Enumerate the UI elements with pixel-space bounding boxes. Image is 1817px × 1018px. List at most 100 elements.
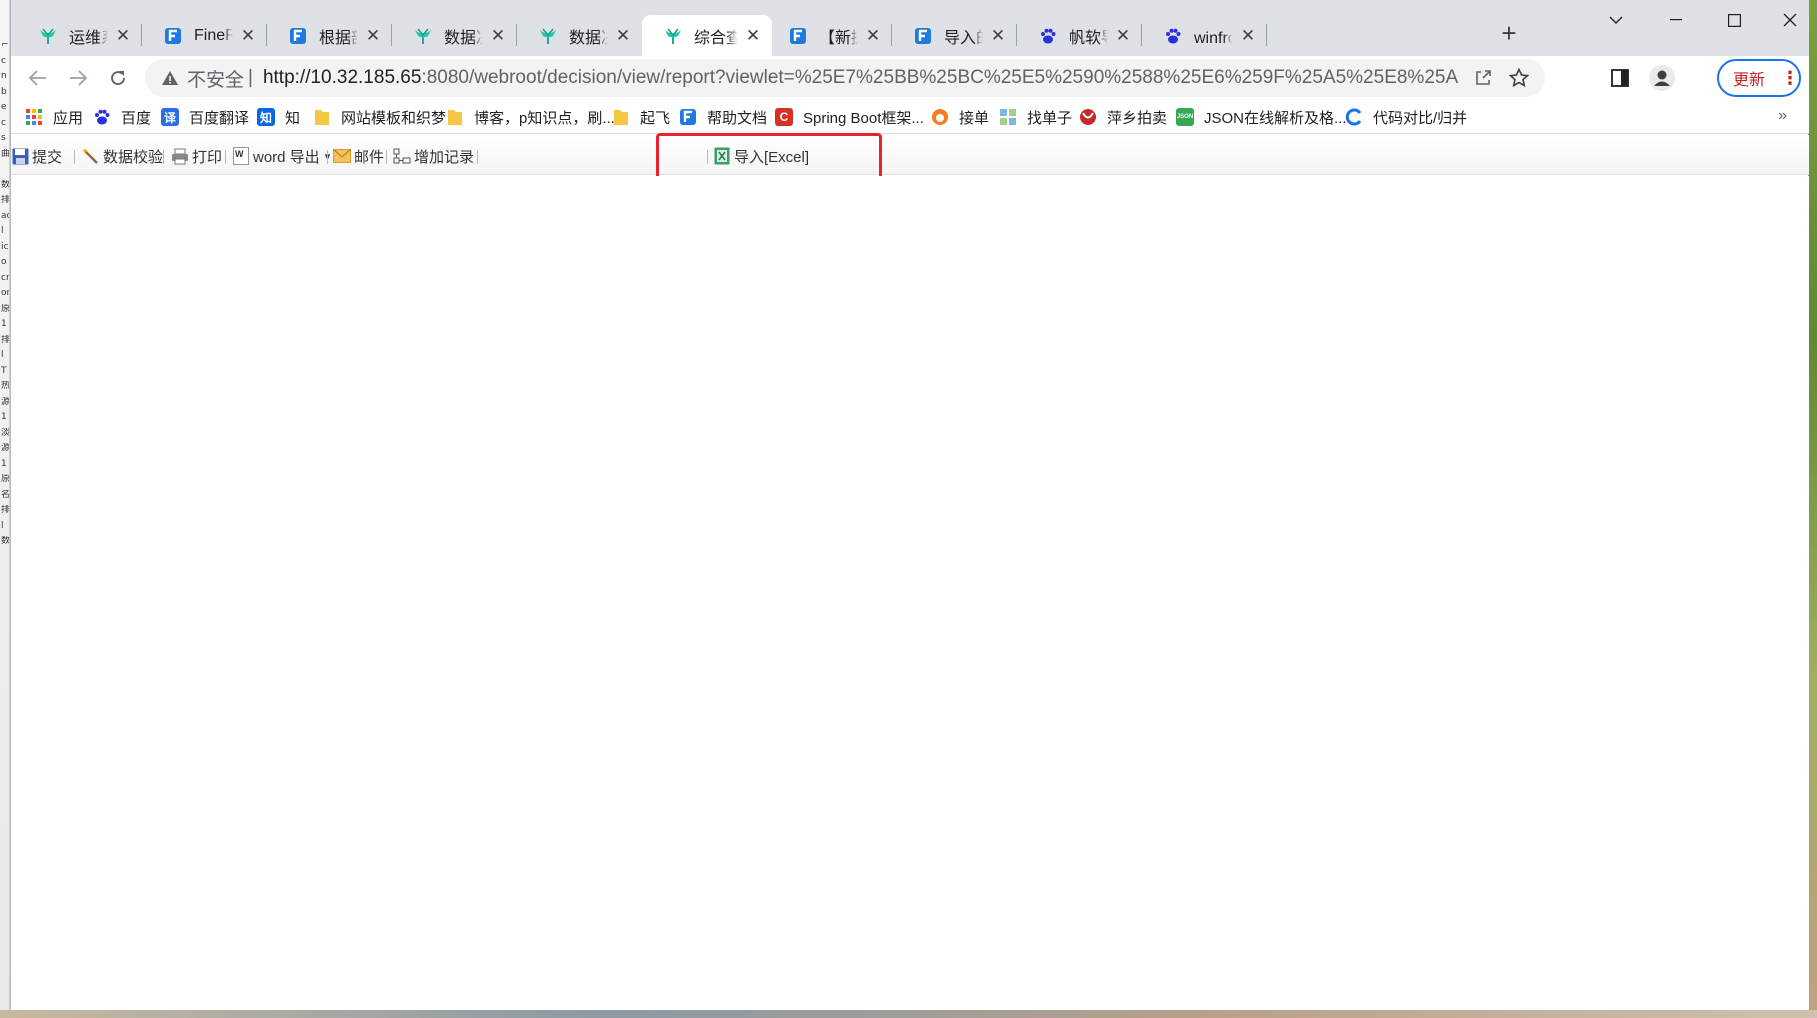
url-text[interactable]: http://10.32.185.65:8080/webroot/decisio… <box>263 67 1459 89</box>
browser-tab[interactable]: 帆软导入E ✕ <box>1017 15 1142 56</box>
close-tab-icon[interactable]: ✕ <box>864 26 882 45</box>
browser-tab[interactable]: 导入的exce ✕ <box>892 15 1017 56</box>
background-glyph: o <box>1 257 7 267</box>
close-tab-icon[interactable]: ✕ <box>614 26 632 45</box>
close-tab-icon[interactable]: ✕ <box>114 26 132 45</box>
background-glyph: e <box>1 102 7 112</box>
zhihu-icon: 知 <box>257 108 275 126</box>
background-glyph: ⌐ <box>1 40 9 50</box>
arrow-left-icon <box>29 70 46 86</box>
bookmark-item[interactable]: 应用 <box>25 105 83 129</box>
tab-title: 数据决策系 <box>569 29 608 47</box>
browser-tab[interactable]: 运维系统招 ✕ <box>17 15 142 56</box>
finereport-icon <box>289 27 307 45</box>
bookmark-item[interactable]: 找单子 <box>999 105 1072 129</box>
background-window-strip: ⌐cnbecs曲​数排aclicocror原1排lT热源1淡源1原名排l数 <box>0 0 10 1018</box>
side-panel-icon <box>1611 69 1629 87</box>
word-export-button[interactable]: W word 导出 ▾ <box>232 146 330 166</box>
side-panel-button[interactable] <box>1605 63 1635 93</box>
add-record-button[interactable]: 增加记录 <box>393 146 474 166</box>
background-glyph: s <box>1 133 6 143</box>
translate-icon: 译 <box>161 108 179 126</box>
browser-tab[interactable]: 数据决策系 ✕ <box>392 15 517 56</box>
toolbar-divider <box>74 150 75 164</box>
close-tab-icon[interactable]: ✕ <box>239 26 257 45</box>
browser-tab[interactable]: winfrom导 ✕ <box>1142 15 1267 56</box>
word-doc-icon: W <box>232 147 250 165</box>
chevron-down-icon <box>1609 16 1623 24</box>
security-status-label[interactable]: 不安全 <box>187 65 244 92</box>
desktop-wallpaper-bottom <box>0 1010 1817 1018</box>
forward-button[interactable] <box>63 63 93 93</box>
tab-title: 帆软导入E <box>1069 29 1108 47</box>
close-tab-icon[interactable]: ✕ <box>489 26 507 45</box>
bookmark-star-button[interactable] <box>1507 68 1531 88</box>
tab-title: 数据决策系 <box>444 29 483 47</box>
bookmark-item[interactable]: 译百度翻译 <box>161 105 249 129</box>
bookmarks-overflow-button[interactable]: » <box>1778 107 1787 125</box>
profile-button[interactable] <box>1647 63 1677 93</box>
background-glyph: 排 <box>1 334 9 345</box>
browser-tab[interactable]: 根据部门自 ✕ <box>267 15 392 56</box>
background-glyph: cr <box>1 272 9 283</box>
background-glyph: 名 <box>1 489 9 500</box>
toolbar-divider <box>386 150 387 164</box>
background-glyph: c <box>1 55 6 66</box>
validate-label: 数据校验 <box>103 148 164 166</box>
browser-tab[interactable]: 综合查询工 ✕ <box>642 15 772 56</box>
submit-button[interactable]: 提交 <box>11 146 62 166</box>
close-tab-icon[interactable]: ✕ <box>1239 26 1257 45</box>
minimize-button[interactable] <box>1653 4 1699 36</box>
close-tab-icon[interactable]: ✕ <box>989 26 1007 45</box>
bookmark-item[interactable]: 帮助文档 <box>679 105 767 129</box>
browser-tab[interactable]: FineReport ✕ <box>142 15 267 56</box>
background-glyph: c <box>1 117 6 128</box>
new-tab-button[interactable]: + <box>1494 18 1524 48</box>
bookmark-label: 起飞 <box>640 109 671 127</box>
bookmark-item[interactable]: 代码对比/归并 <box>1345 105 1467 129</box>
bookmark-label: 帮助文档 <box>707 109 768 127</box>
report-toolbar: 提交 数据校验 打印 W word 导出 ▾ 邮件 增加记录 <box>11 135 1809 175</box>
bookmark-item[interactable]: C Spring Boot框架... <box>775 105 924 129</box>
close-window-button[interactable] <box>1767 4 1813 36</box>
maximize-button[interactable] <box>1711 4 1757 36</box>
grid-tile-icon <box>999 108 1017 126</box>
bookmark-item[interactable]: 接单 <box>931 105 989 129</box>
bookmark-item[interactable]: 起飞 <box>612 105 670 129</box>
menu-dots-icon: ⋮ <box>1781 67 1799 88</box>
add-row-icon <box>393 147 411 165</box>
bookmark-item[interactable]: JSON JSON在线解析及格... <box>1176 105 1347 129</box>
bookmark-item[interactable]: 知知 <box>257 105 300 129</box>
update-button[interactable]: 更新 ⋮ <box>1717 59 1801 97</box>
bookmark-item[interactable]: 博客，p知识点，刷... <box>446 105 615 129</box>
mail-button[interactable]: 邮件 <box>333 146 384 166</box>
background-glyph: 1 <box>1 458 7 469</box>
tab-search-button[interactable] <box>1593 4 1639 36</box>
print-button[interactable]: 打印 <box>171 146 222 166</box>
bookmark-item[interactable]: 网站模板和织梦 <box>313 105 446 129</box>
reload-icon <box>111 71 125 86</box>
close-tab-icon[interactable]: ✕ <box>744 26 762 45</box>
reload-button[interactable] <box>103 63 133 93</box>
share-button[interactable] <box>1471 69 1495 87</box>
tab-separator <box>1266 24 1267 46</box>
bookmark-item[interactable]: 百度 <box>93 105 151 129</box>
desktop-wallpaper-right <box>1808 0 1817 1018</box>
svg-text:W: W <box>235 149 244 159</box>
close-tab-icon[interactable]: ✕ <box>364 26 382 45</box>
magic-wand-icon <box>82 147 100 165</box>
save-disk-icon <box>11 147 29 165</box>
bookmark-item[interactable]: 萍乡拍卖 <box>1079 105 1167 129</box>
print-label: 打印 <box>192 148 223 166</box>
browser-tab[interactable]: 数据决策系 ✕ <box>517 15 642 56</box>
minimize-icon <box>1670 19 1682 21</box>
star-icon <box>1509 68 1529 88</box>
submit-label: 提交 <box>32 148 63 166</box>
validate-button[interactable]: 数据校验 <box>82 146 163 166</box>
browser-tab[interactable]: 【新提醒】 ✕ <box>767 15 892 56</box>
back-button[interactable] <box>23 63 53 93</box>
close-tab-icon[interactable]: ✕ <box>1114 26 1132 45</box>
address-bar[interactable]: 不安全 | http://10.32.185.65:8080/webroot/d… <box>145 59 1545 97</box>
decision-icon <box>539 27 557 45</box>
baidu-paw-icon <box>93 108 111 126</box>
